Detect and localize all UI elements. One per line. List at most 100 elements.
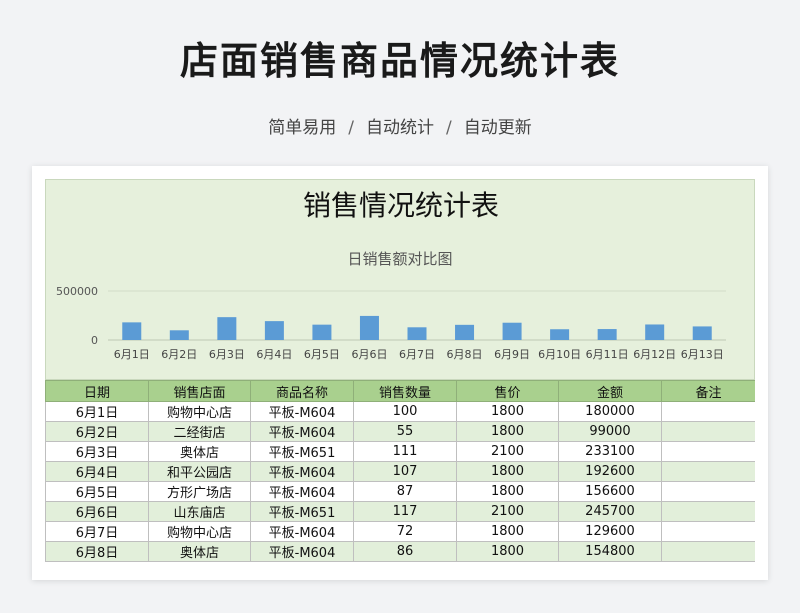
bar[interactable] [692,326,712,340]
table-cell[interactable]: 6月8日 [45,541,149,562]
sales-table: 日期 销售店面 商品名称 销售数量 售价 金额 备注 6月1日 购物中心店 平板-M… [45,380,755,562]
table-row: 6月5日 方形广场店 平板-M604 87 1800 156600 [45,481,755,502]
x-tick-label: 6月7日 [399,348,435,361]
table-cell[interactable]: 1800 [456,541,559,562]
table-row: 6月3日 奥体店 平板-M651 111 2100 233100 [45,441,755,462]
bar[interactable] [597,329,617,340]
bar[interactable] [407,327,427,340]
table-cell[interactable] [661,521,755,542]
table-cell[interactable]: 233100 [558,441,662,462]
table-cell[interactable]: 平板-M651 [250,441,354,462]
column-header[interactable]: 销售数量 [353,380,457,402]
bar[interactable] [217,317,237,340]
table-cell[interactable]: 2100 [456,501,559,522]
bar[interactable] [645,324,665,340]
table-cell[interactable]: 99000 [558,421,662,442]
table-cell[interactable]: 154800 [558,541,662,562]
table-cell[interactable]: 平板-M604 [250,481,354,502]
daily-sales-chart: 日销售额对比图 0 500000 6月1日 6月2日 6月3日 6月4日 6月5日 6月6日 6… [56,250,726,361]
table-cell[interactable]: 6月7日 [45,521,149,542]
bar[interactable] [122,322,142,340]
table-cell[interactable]: 6月3日 [45,441,149,462]
table-cell[interactable]: 平板-M604 [250,461,354,482]
table-cell[interactable] [661,501,755,522]
table-row: 6月4日 和平公园店 平板-M604 107 1800 192600 [45,461,755,482]
table-cell[interactable]: 购物中心店 [148,521,251,542]
table-cell[interactable]: 100 [353,401,457,422]
table-cell[interactable]: 180000 [558,401,662,422]
table-header-row: 日期 销售店面 商品名称 销售数量 售价 金额 备注 [45,380,755,402]
table-cell[interactable]: 和平公园店 [148,461,251,482]
tag-easy: 简单易用 [268,118,337,138]
column-header[interactable]: 金额 [558,380,662,402]
table-cell[interactable]: 购物中心店 [148,401,251,422]
x-tick-label: 6月9日 [494,348,530,361]
column-header[interactable]: 售价 [456,380,559,402]
bar[interactable] [169,330,189,340]
x-tick-label: 6月13日 [681,348,724,361]
table-cell[interactable] [661,541,755,562]
table-cell[interactable]: 平板-M604 [250,521,354,542]
table-cell[interactable]: 1800 [456,401,559,422]
x-tick-label: 6月1日 [114,348,150,361]
feature-tags: 简单易用 / 自动统计 / 自动更新 [0,113,800,138]
x-tick-label: 6月3日 [209,348,245,361]
table-cell[interactable]: 111 [353,441,457,462]
x-tick-label: 6月8日 [447,348,483,361]
table-cell[interactable]: 6月5日 [45,481,149,502]
table-cell[interactable]: 156600 [558,481,662,502]
bar[interactable] [312,324,332,340]
column-header[interactable]: 备注 [661,380,755,402]
x-tick-label: 6月4日 [256,348,292,361]
table-cell[interactable] [661,401,755,422]
table-cell[interactable]: 平板-M604 [250,541,354,562]
column-header[interactable]: 销售店面 [148,380,251,402]
bar[interactable] [502,322,522,340]
spreadsheet-preview: 销售情况统计表 日销售额对比图 0 500000 6月1日 6月2日 6月3日 6月4日 6… [32,166,768,580]
table-cell[interactable] [661,481,755,502]
table-cell[interactable] [661,441,755,462]
table-row: 6月1日 购物中心店 平板-M604 100 1800 180000 [45,401,755,422]
table-cell[interactable]: 129600 [558,521,662,542]
column-header[interactable]: 日期 [45,380,149,402]
table-cell[interactable]: 奥体店 [148,541,251,562]
table-cell[interactable]: 平板-M651 [250,501,354,522]
bar[interactable] [550,329,570,340]
table-cell[interactable]: 1800 [456,421,559,442]
table-cell[interactable]: 1800 [456,521,559,542]
table-cell[interactable]: 平板-M604 [250,421,354,442]
x-tick-label: 6月10日 [538,348,581,361]
table-cell[interactable]: 6月1日 [45,401,149,422]
table-cell[interactable]: 72 [353,521,457,542]
bar[interactable] [264,321,284,340]
table-cell[interactable] [661,421,755,442]
table-cell[interactable]: 奥体店 [148,441,251,462]
table-cell[interactable]: 山东庙店 [148,501,251,522]
table-cell[interactable]: 2100 [456,441,559,462]
column-header[interactable]: 商品名称 [250,380,354,402]
table-cell[interactable]: 86 [353,541,457,562]
table-cell[interactable]: 方形广场店 [148,481,251,502]
bar[interactable] [359,315,379,340]
tag-auto-stats: 自动统计 [366,118,434,138]
bar[interactable] [455,324,475,340]
table-cell[interactable] [661,461,755,482]
table-cell[interactable]: 1800 [456,481,559,502]
x-tick-label: 6月5日 [304,348,340,361]
x-tick-label: 6月11日 [586,348,629,361]
table-cell[interactable]: 87 [353,481,457,502]
table-cell[interactable]: 6月2日 [45,421,149,442]
table-cell[interactable]: 二经街店 [148,421,251,442]
table-cell[interactable]: 245700 [558,501,662,522]
table-cell[interactable]: 55 [353,421,457,442]
table-cell[interactable]: 192600 [558,461,662,482]
tag-separator: / [348,118,354,138]
table-cell[interactable]: 6月6日 [45,501,149,522]
table-cell[interactable]: 1800 [456,461,559,482]
table-cell[interactable]: 平板-M604 [250,401,354,422]
table-cell[interactable]: 107 [353,461,457,482]
chart-title: 日销售额对比图 [347,250,452,268]
table-cell[interactable]: 117 [353,501,457,522]
table-cell[interactable]: 6月4日 [45,461,149,482]
chart-area: 销售情况统计表 日销售额对比图 0 500000 6月1日 6月2日 6月3日 6月4日 6… [45,179,755,380]
